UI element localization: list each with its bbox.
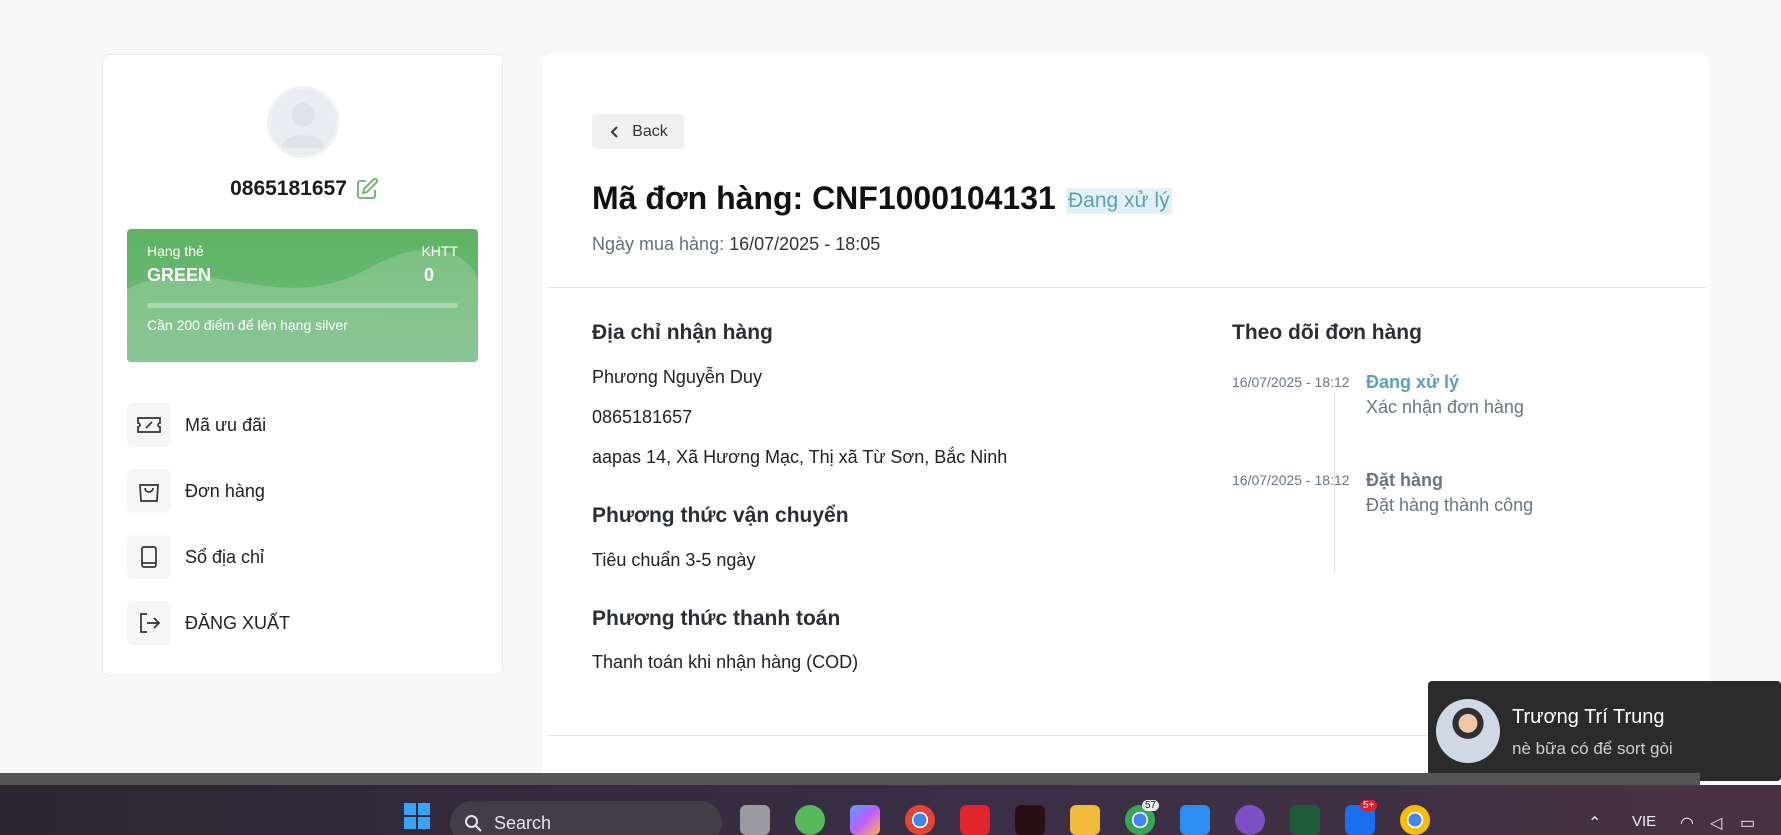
chrome-icon[interactable] [1400,805,1430,835]
khtt-value: 0 [423,265,434,285]
edit-icon[interactable] [355,177,379,201]
tracking-desc: Xác nhận đơn hàng [1366,397,1524,417]
page-title: Mã đơn hàng: CNF1000104131 [592,180,1056,216]
shipping-title: Phương thức vận chuyển [592,504,849,527]
search-label: Search [494,812,552,833]
avatar[interactable] [267,86,339,158]
github-icon[interactable] [1235,805,1265,835]
windows-start-icon[interactable] [404,803,430,829]
purchase-date-label: Ngày mua hàng: [592,234,725,254]
notification-badge: 5+ [1360,800,1378,811]
tracking-time: 16/07/2025 - 18:12 [1232,374,1350,390]
rank-note: Cần 200 điểm để lên hạng silver [147,317,348,333]
logout-icon [127,601,171,645]
purchase-date-value: 16/07/2025 - 18:05 [729,234,881,254]
profile-phone: 0865181657 [230,177,347,200]
chat-notification[interactable]: Trương Trí Trung nè bữa có để sort gòi [1428,681,1781,781]
volume-icon[interactable]: ◁ [1710,813,1722,833]
menu-item-address-book[interactable]: Sổ địa chỉ [127,534,264,580]
horizontal-scrollbar[interactable] [0,773,1700,785]
tracking-title: Theo dõi đơn hàng [1232,321,1422,344]
menu-label: Sổ địa chỉ [185,546,265,567]
rank-label: Hạng thẻ [147,243,204,259]
menu-item-vouchers[interactable]: Mã ưu đãi [127,402,266,448]
wifi-icon[interactable]: ◠ [1680,813,1694,833]
taskbar-search[interactable]: Search [450,801,722,835]
notification-badge: 57 [1142,800,1160,811]
order-detail-panel: Back Mã đơn hàng: CNF1000104131 Đang xử … [543,54,1709,784]
address-title: Địa chỉ nhận hàng [592,321,773,344]
menu-label: Đơn hàng [185,480,265,501]
recipient-address: aapas 14, Xã Hương Mạc, Thị xã Từ Sơn, B… [592,447,1008,467]
recipient-phone: 0865181657 [592,407,693,427]
task-view-icon[interactable] [740,805,770,835]
wps-icon[interactable] [960,805,990,835]
menu-item-orders[interactable]: Đơn hàng [127,468,265,514]
back-label: Back [632,122,668,140]
chevron-left-icon [610,125,618,138]
tracking-status: Đang xử lý [1366,372,1460,392]
payment-method: Thanh toán khi nhận hàng (COD) [592,652,859,672]
shopping-bag-icon [127,469,171,513]
chrome-icon[interactable] [905,805,935,835]
message-preview: nè bữa có để sort gòi [1512,739,1673,758]
rank-name: GREEN [147,265,212,285]
vscode-icon[interactable] [1180,805,1210,835]
menu-item-logout[interactable]: ĐĂNG XUẤT [127,600,290,646]
sender-avatar [1436,699,1500,763]
status-badge: Đang xử lý [1066,188,1172,214]
khtt-label: KHTT [421,243,458,259]
rank-progress-bar [147,303,458,308]
back-button[interactable]: Back [592,114,684,149]
membership-card: Hạng thẻ GREEN KHTT 0 Cần 200 điểm để lê… [127,229,478,362]
tracking-status: Đặt hàng [1366,470,1444,490]
app-icon[interactable] [795,805,825,835]
copilot-icon[interactable] [850,805,880,835]
profile-sidebar: 0865181657 Hạng thẻ GREEN KHTT 0 Cần 200… [102,54,503,676]
shipping-method: Tiêu chuẩn 3-5 ngày [592,550,756,570]
taskbar: Search 57 5+ ⌃ VIE ◠ ◁ ▭ [0,785,1781,835]
search-icon [465,815,482,832]
mongodb-icon[interactable] [1290,805,1320,835]
tracking-desc: Đặt hàng thành công [1366,495,1534,515]
voucher-icon [127,403,171,447]
chevron-up-icon[interactable]: ⌃ [1588,813,1601,833]
language-indicator[interactable]: VIE [1632,813,1656,830]
file-explorer-icon[interactable] [1070,805,1100,835]
battery-icon[interactable]: ▭ [1740,813,1755,833]
purchase-date: Ngày mua hàng: 16/07/2025 - 18:05 [592,234,880,255]
menu-label: Mã ưu đãi [185,414,267,435]
tracking-time: 16/07/2025 - 18:12 [1232,472,1350,488]
address-book-icon [127,535,171,579]
payment-title: Phương thức thanh toán [592,607,841,630]
garena-icon[interactable] [1015,805,1045,835]
divider [547,287,1707,288]
sender-name: Trương Trí Trung [1512,706,1665,728]
recipient-name: Phương Nguyễn Duy [592,367,762,387]
menu-label: ĐĂNG XUẤT [185,612,291,633]
